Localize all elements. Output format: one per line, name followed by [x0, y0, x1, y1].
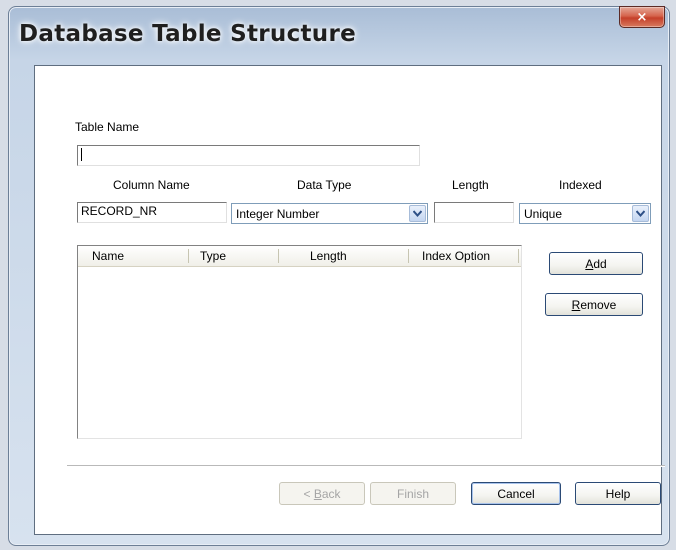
column-divider[interactable] [188, 249, 189, 263]
column-name-input[interactable]: RECORD_NR [77, 202, 227, 223]
indexed-select[interactable]: Unique [519, 203, 651, 224]
indexed-value: Unique [524, 207, 563, 221]
column-header-type[interactable]: Type [200, 249, 226, 263]
data-type-dropdown-button[interactable] [409, 205, 426, 222]
length-input[interactable] [434, 202, 514, 223]
cancel-button[interactable]: Cancel [471, 482, 561, 505]
indexed-dropdown-button[interactable] [632, 205, 649, 222]
column-divider[interactable] [518, 249, 519, 263]
finish-button[interactable]: Finish [370, 482, 456, 505]
back-button[interactable]: < Back [279, 482, 365, 505]
text-caret [81, 148, 82, 161]
chevron-down-icon [413, 210, 422, 217]
close-icon: × [636, 9, 648, 25]
column-header-index-option[interactable]: Index Option [422, 249, 490, 263]
table-name-input[interactable] [77, 145, 420, 166]
column-name-label: Column Name [113, 178, 190, 192]
table-name-label: Table Name [75, 120, 140, 134]
data-type-select[interactable]: Integer Number [231, 203, 428, 224]
column-divider[interactable] [278, 249, 279, 263]
columns-list[interactable]: Name Type Length Index Option [77, 245, 522, 439]
dialog-title: Database Table Structure [19, 21, 357, 47]
dialog-content: Table Name Column Name Data Type Length … [34, 65, 665, 535]
columns-list-header: Name Type Length Index Option [78, 246, 521, 267]
add-button[interactable]: Add [549, 252, 643, 275]
indexed-label: Indexed [559, 178, 602, 192]
chevron-down-icon [636, 210, 645, 217]
footer-separator [67, 465, 665, 467]
length-label: Length [452, 178, 489, 192]
remove-button[interactable]: Remove [545, 293, 643, 316]
close-button[interactable]: × [619, 6, 665, 28]
column-header-length[interactable]: Length [310, 249, 347, 263]
data-type-value: Integer Number [236, 207, 320, 221]
column-divider[interactable] [408, 249, 409, 263]
data-type-label: Data Type [297, 178, 352, 192]
column-header-name[interactable]: Name [92, 249, 124, 263]
help-button[interactable]: Help [575, 482, 661, 505]
dialog-window: Database Table Structure × Table Name Co… [8, 6, 670, 546]
